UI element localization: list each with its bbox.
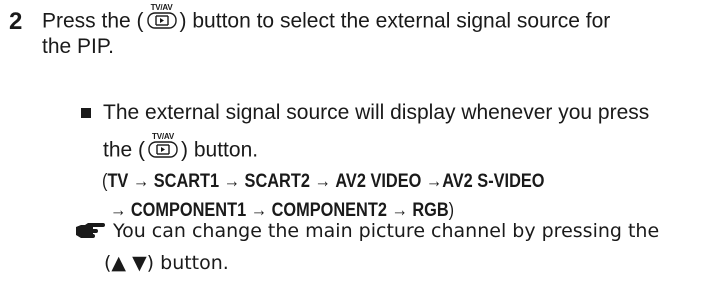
- sequence-item: COMPONENT1: [130, 200, 247, 221]
- sequence-arrow: →: [110, 200, 127, 221]
- sequence-arrow: →: [132, 171, 150, 192]
- tv-av-button-label: TV/AV: [150, 3, 173, 12]
- bullet-square-icon: [81, 108, 91, 118]
- sequence-arrow: →: [250, 200, 268, 221]
- sequence-arrow: →: [223, 171, 241, 192]
- step-text-pre: Press the (: [42, 9, 144, 33]
- sequence-item: COMPONENT2: [271, 200, 387, 221]
- step-text-line-1: Press the ( TV/AV ) button to select the …: [42, 4, 611, 35]
- bullet-text-line-1: The external signal source will display …: [103, 101, 650, 124]
- source-sequence-line-2: → COMPONENT1 → COMPONENT2 → RGB): [110, 201, 454, 220]
- sequence-close-paren: ): [448, 200, 455, 221]
- sequence-item: RGB: [412, 200, 449, 221]
- bullet-text-line-2: the ( TV/AV ) button.: [103, 133, 259, 164]
- sequence-item: TV: [107, 171, 129, 192]
- source-sequence-line-1: (TV → SCART1 → SCART2 → AV2 VIDEO →AV2 S…: [102, 172, 545, 191]
- sequence-item: AV2 VIDEO: [335, 171, 422, 192]
- step-text-post: ) button to select the external signal s…: [179, 9, 611, 33]
- bullet-text-pre: the (: [103, 138, 146, 162]
- sequence-arrow: →: [391, 200, 408, 221]
- tv-av-button-icon: TV/AV: [145, 4, 179, 30]
- step-text-line-2: the PIP.: [42, 35, 115, 58]
- sequence-item: SCART2: [244, 171, 310, 192]
- note-text-line-2: (▲ ▼) button.: [104, 252, 229, 274]
- sequence-arrow: →: [425, 171, 443, 192]
- note-text-line-1: You can change the main picture channel …: [113, 220, 660, 242]
- sequence-item: SCART1: [153, 171, 220, 192]
- pointing-hand-icon: [76, 223, 105, 238]
- step-number: 2: [9, 8, 23, 35]
- sequence-item: AV2 S-VIDEO: [442, 171, 545, 192]
- sequence-arrow: →: [314, 171, 331, 192]
- bullet-text-post: ) button.: [181, 138, 259, 162]
- tv-av-button-icon: TV/AV: [146, 133, 180, 159]
- tv-av-button-label: TV/AV: [152, 132, 175, 141]
